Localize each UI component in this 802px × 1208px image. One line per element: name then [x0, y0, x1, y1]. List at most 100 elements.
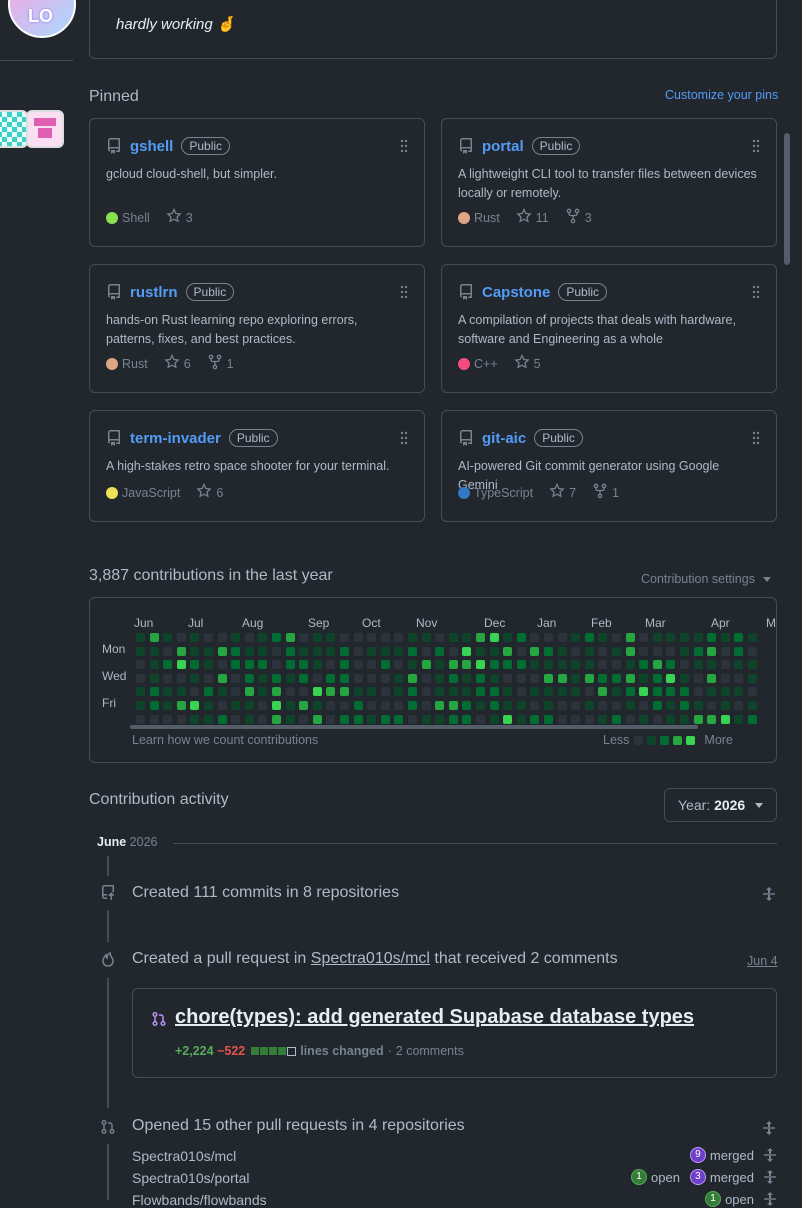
contribution-day[interactable]: [299, 687, 309, 697]
contribution-day[interactable]: [503, 673, 513, 683]
contribution-day[interactable]: [476, 714, 485, 724]
contribution-day[interactable]: [163, 646, 173, 656]
contribution-day[interactable]: [598, 660, 608, 670]
expand-icon[interactable]: [762, 1169, 778, 1185]
expand-icon[interactable]: [762, 1191, 778, 1207]
contribution-day[interactable]: [557, 646, 567, 656]
contribution-day[interactable]: [748, 633, 757, 642]
contribution-day[interactable]: [149, 687, 159, 697]
contribution-day[interactable]: [625, 687, 635, 697]
contribution-day[interactable]: [503, 714, 513, 724]
contribution-day[interactable]: [625, 646, 635, 656]
contribution-day[interactable]: [625, 660, 635, 670]
contribution-day[interactable]: [299, 646, 309, 656]
contribution-day[interactable]: [639, 633, 649, 642]
contribution-day[interactable]: [476, 701, 485, 710]
contribution-day[interactable]: [748, 673, 757, 683]
contribution-day[interactable]: [435, 646, 445, 656]
contribution-day[interactable]: [272, 633, 281, 642]
contribution-day[interactable]: [625, 673, 635, 683]
repo-name-link[interactable]: rustlrn: [130, 284, 178, 301]
contribution-day[interactable]: [353, 633, 363, 642]
contribution-day[interactable]: [421, 687, 431, 697]
contribution-day[interactable]: [149, 673, 159, 683]
achievement-badge-1[interactable]: [0, 110, 28, 148]
contribution-day[interactable]: [231, 646, 241, 656]
contribution-day[interactable]: [312, 714, 322, 724]
contribution-day[interactable]: [584, 687, 594, 697]
contribution-day[interactable]: [299, 633, 309, 642]
contribution-day[interactable]: [720, 633, 730, 642]
contribution-day[interactable]: [176, 633, 186, 642]
contribution-day[interactable]: [285, 646, 295, 656]
page-scrollbar[interactable]: [784, 133, 790, 265]
repo-stars[interactable]: 11: [516, 207, 549, 227]
contribution-day[interactable]: [598, 633, 608, 642]
learn-contributions-link[interactable]: Learn how we count contributions: [132, 733, 318, 747]
repo-forks[interactable]: 1: [207, 354, 234, 373]
contribution-day[interactable]: [421, 701, 431, 710]
contribution-settings-button[interactable]: Contribution settings: [641, 572, 771, 586]
contribution-day[interactable]: [380, 701, 390, 710]
contribution-day[interactable]: [612, 714, 621, 724]
contribution-day[interactable]: [258, 687, 268, 697]
contribution-day[interactable]: [299, 660, 309, 670]
contribution-day[interactable]: [176, 701, 186, 710]
contribution-day[interactable]: [693, 660, 703, 670]
contribution-day[interactable]: [639, 673, 649, 683]
contribution-day[interactable]: [748, 714, 757, 724]
contribution-day[interactable]: [258, 714, 268, 724]
contribution-day[interactable]: [693, 646, 703, 656]
contribution-day[interactable]: [612, 673, 621, 683]
contribution-day[interactable]: [489, 687, 499, 697]
contribution-day[interactable]: [693, 687, 703, 697]
contribution-day[interactable]: [149, 633, 159, 642]
contribution-day[interactable]: [748, 687, 757, 697]
contribution-day[interactable]: [557, 660, 567, 670]
contribution-day[interactable]: [516, 646, 526, 656]
repo-name-link[interactable]: git-aic: [482, 430, 526, 447]
contribution-day[interactable]: [190, 660, 200, 670]
contribution-day[interactable]: [394, 701, 404, 710]
contribution-day[interactable]: [680, 660, 689, 670]
contribution-day[interactable]: [680, 673, 689, 683]
contribution-day[interactable]: [136, 673, 145, 683]
contribution-day[interactable]: [693, 673, 703, 683]
contribution-day[interactable]: [489, 673, 499, 683]
contribution-day[interactable]: [503, 687, 513, 697]
contribution-day[interactable]: [680, 714, 689, 724]
contribution-day[interactable]: [693, 701, 703, 710]
contribution-day[interactable]: [136, 646, 145, 656]
contribution-day[interactable]: [557, 714, 567, 724]
contribution-day[interactable]: [571, 687, 581, 697]
contribution-day[interactable]: [707, 701, 717, 710]
contribution-day[interactable]: [448, 633, 458, 642]
contribution-day[interactable]: [598, 714, 608, 724]
contribution-day[interactable]: [544, 714, 553, 724]
contribution-day[interactable]: [476, 687, 485, 697]
contribution-day[interactable]: [612, 701, 621, 710]
contribution-day[interactable]: [571, 701, 581, 710]
contribution-day[interactable]: [748, 646, 757, 656]
contribution-day[interactable]: [258, 660, 268, 670]
contribution-day[interactable]: [312, 646, 322, 656]
drag-handle-icon[interactable]: [752, 139, 760, 153]
repo-forks[interactable]: 3: [565, 208, 592, 227]
contribution-day[interactable]: [312, 701, 322, 710]
contribution-day[interactable]: [258, 673, 268, 683]
drag-handle-icon[interactable]: [752, 285, 760, 299]
contribution-day[interactable]: [462, 714, 472, 724]
contribution-day[interactable]: [666, 714, 676, 724]
contribution-day[interactable]: [435, 633, 445, 642]
contribution-day[interactable]: [516, 714, 526, 724]
contribution-day[interactable]: [272, 687, 281, 697]
contribution-day[interactable]: [720, 673, 730, 683]
contribution-day[interactable]: [666, 673, 676, 683]
contribution-day[interactable]: [448, 687, 458, 697]
contribution-day[interactable]: [666, 687, 676, 697]
contribution-day[interactable]: [367, 633, 377, 642]
contribution-day[interactable]: [544, 701, 553, 710]
contribution-day[interactable]: [217, 673, 227, 683]
contribution-day[interactable]: [353, 646, 363, 656]
contribution-day[interactable]: [299, 673, 309, 683]
